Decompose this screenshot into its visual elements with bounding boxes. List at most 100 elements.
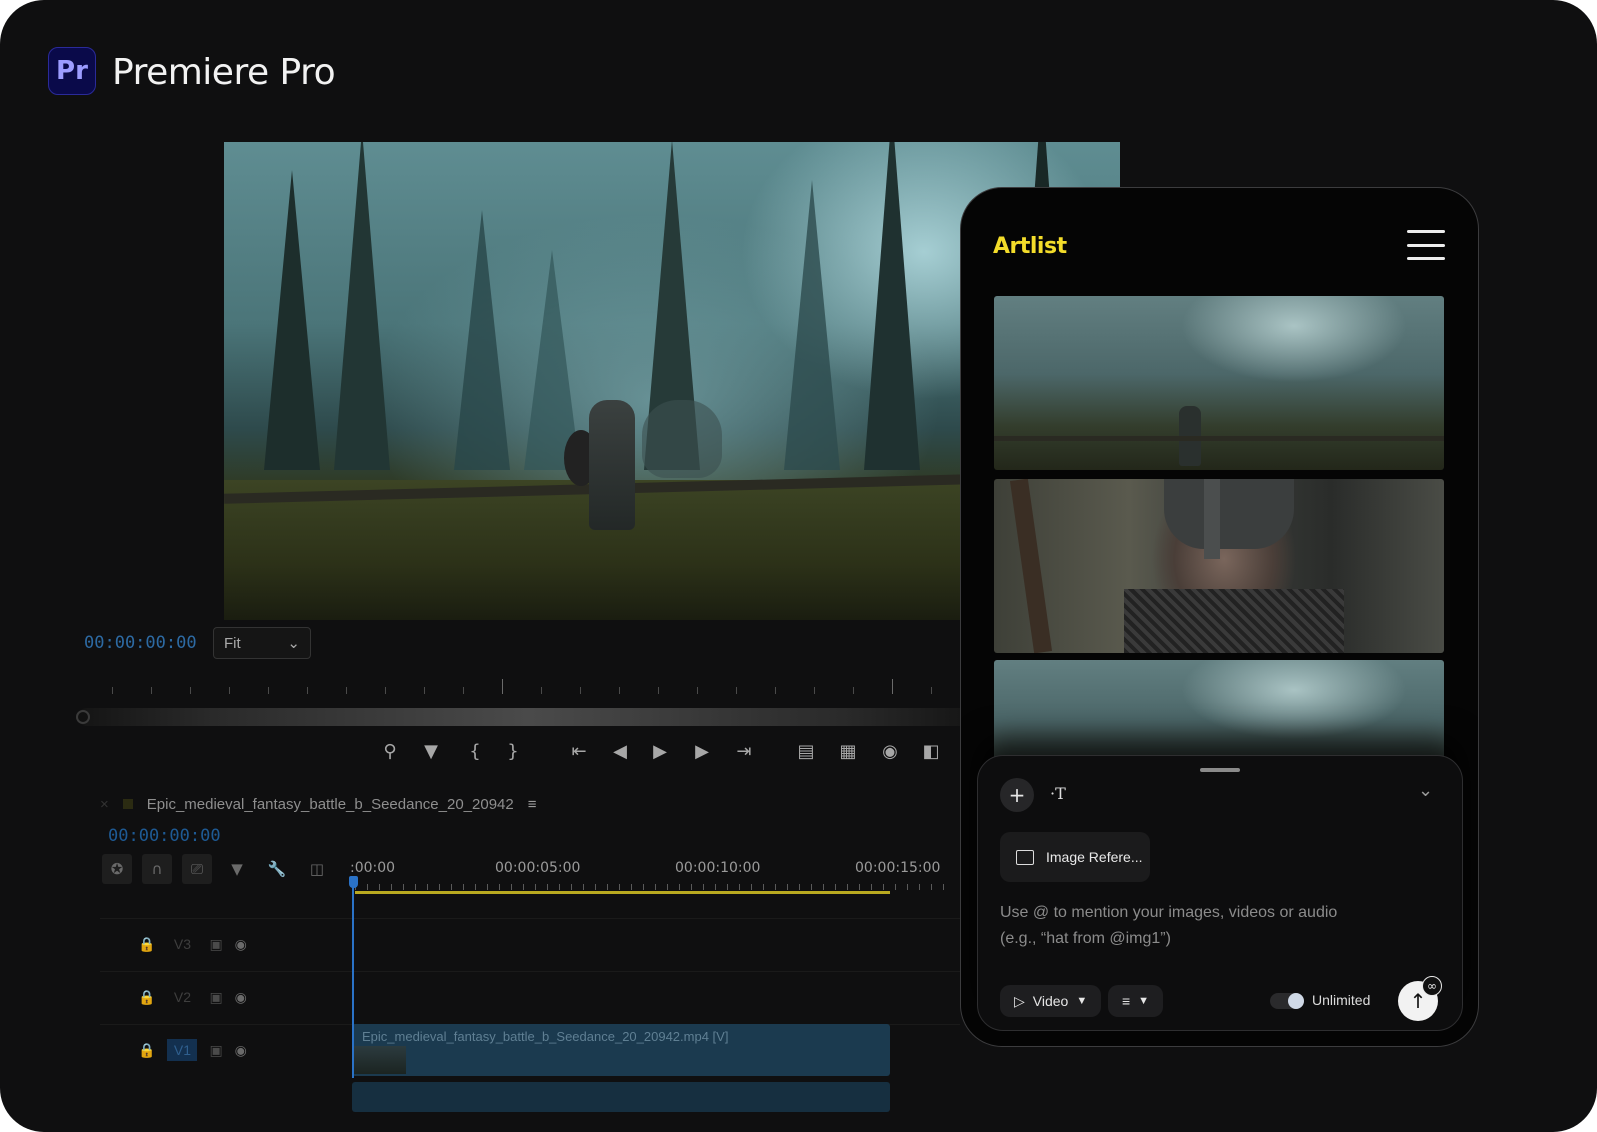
sync-lock-icon[interactable]: ▣ — [209, 936, 222, 953]
monitor-scrubber[interactable] — [76, 708, 978, 726]
tree — [784, 180, 840, 470]
ruler-tick — [859, 884, 860, 890]
ruler-tick — [463, 687, 464, 694]
camera-icon[interactable]: ◉ — [875, 738, 905, 764]
add-icon[interactable]: + — [1000, 778, 1034, 812]
timeline-ruler[interactable] — [355, 880, 955, 890]
image-reference-button[interactable]: Image Refere... — [1000, 832, 1150, 882]
prompt-input[interactable]: Use @ to mention your images, videos or … — [1000, 900, 1420, 952]
ruler-tick — [511, 884, 512, 890]
export-frame-icon[interactable]: ⚲ — [375, 738, 405, 764]
insert-nest-icon[interactable]: ✪ — [102, 854, 132, 884]
audio-clip[interactable] — [352, 1082, 890, 1112]
marker-icon[interactable]: ▼ — [416, 738, 446, 764]
ruler-tick — [787, 884, 788, 890]
ruler-tick — [559, 884, 560, 890]
linked-selection-icon[interactable]: ⎚ — [182, 854, 212, 884]
chevron-down-icon: ▼ — [1138, 995, 1150, 1007]
text-style-icon[interactable]: ·T — [1050, 784, 1066, 803]
mark-out-icon[interactable]: } — [498, 738, 528, 764]
ruler-tick — [853, 687, 854, 694]
sheet-grab-handle[interactable] — [1200, 768, 1240, 772]
work-area-bar[interactable] — [355, 891, 890, 894]
unlimited-toggle[interactable] — [1270, 993, 1304, 1009]
ruler-tick — [691, 884, 692, 890]
toggle-knob — [1288, 993, 1304, 1009]
generated-video-thumbnail[interactable] — [994, 479, 1444, 653]
ruler-tick — [655, 884, 656, 890]
go-to-out-icon[interactable]: ⇥ — [729, 738, 759, 764]
tree — [264, 170, 320, 470]
go-to-in-icon[interactable]: ⇤ — [564, 738, 594, 764]
lock-icon[interactable]: 🔒 — [138, 989, 155, 1006]
extract-icon[interactable]: ▦ — [833, 738, 863, 764]
chevron-down-icon: ⌄ — [287, 635, 300, 652]
ruler-tick — [775, 884, 776, 890]
track-name[interactable]: V3 — [167, 933, 197, 955]
eye-icon[interactable]: ◉ — [235, 989, 247, 1006]
ruler-tick — [229, 687, 230, 694]
sliders-icon: ≡ — [1122, 993, 1131, 1009]
ruler-tick — [427, 884, 428, 890]
mode-select[interactable]: ▷ Video ▼ — [1000, 985, 1102, 1017]
playhead-handle[interactable] — [349, 876, 358, 888]
sequence-name: Epic_medieval_fantasy_battle_b_Seedance_… — [146, 795, 514, 813]
settings-select[interactable]: ≡ ▼ — [1108, 985, 1164, 1017]
unlimited-label: Unlimited — [1312, 992, 1371, 1008]
ruler-tick — [367, 884, 368, 890]
prompt-placeholder-example: (e.g., “hat from @img1”) — [1000, 930, 1171, 947]
lock-icon[interactable]: 🔒 — [138, 1042, 155, 1059]
eye-icon[interactable]: ◉ — [235, 936, 247, 953]
ruler-tick — [619, 884, 620, 890]
ruler-tick — [385, 687, 386, 694]
video-clip[interactable]: Epic_medieval_fantasy_battle_b_Seedance_… — [352, 1024, 890, 1076]
tree — [864, 142, 920, 470]
monitor-ruler[interactable] — [84, 672, 971, 694]
play-icon[interactable]: ▶ — [645, 738, 675, 764]
captions-icon[interactable]: ◫ — [302, 854, 332, 884]
lock-icon[interactable]: 🔒 — [138, 936, 155, 953]
sync-lock-icon[interactable]: ▣ — [209, 989, 222, 1006]
generated-video-thumbnail[interactable] — [994, 660, 1444, 760]
ruler-tick — [307, 687, 308, 694]
knight-figure — [589, 400, 635, 530]
ruler-tick — [391, 884, 392, 890]
app-title: Premiere Pro — [112, 52, 336, 93]
sync-lock-icon[interactable]: ▣ — [209, 1042, 222, 1059]
ruler-tick — [580, 687, 581, 694]
lift-icon[interactable]: ▤ — [791, 738, 821, 764]
ruler-tick — [571, 884, 572, 890]
step-back-icon[interactable]: ◀ — [605, 738, 635, 764]
ruler-tick — [619, 687, 620, 694]
zoom-select-value: Fit — [224, 634, 241, 652]
track-name[interactable]: V1 — [167, 1039, 198, 1061]
wrench-icon[interactable]: 🔧 — [262, 854, 292, 884]
prompt-sheet: + ·T ⌄ Image Refere... Use @ to mention … — [977, 755, 1463, 1031]
close-icon[interactable]: × — [100, 796, 109, 813]
track-name[interactable]: V2 — [167, 986, 197, 1008]
snap-magnet-icon[interactable]: ∩ — [142, 854, 172, 884]
program-timecode[interactable]: 00:00:00:00 — [84, 633, 197, 653]
chevron-down-icon[interactable]: ⌄ — [1418, 780, 1433, 801]
playhead[interactable] — [352, 878, 354, 1078]
ruler-tick — [847, 884, 848, 890]
sequence-tab[interactable]: × Epic_medieval_fantasy_battle_b_Seedanc… — [100, 792, 960, 816]
ruler-tick — [697, 687, 698, 694]
artlist-logo[interactable]: Artlist — [993, 234, 1067, 259]
eye-icon[interactable]: ◉ — [235, 1042, 247, 1059]
ruler-tick — [658, 687, 659, 694]
generated-video-thumbnail[interactable] — [994, 296, 1444, 470]
mark-in-icon[interactable]: { — [460, 738, 490, 764]
compare-icon[interactable]: ◧ — [916, 738, 946, 764]
zoom-select[interactable]: Fit ⌄ — [213, 627, 311, 659]
scrubber-handle[interactable] — [76, 710, 90, 724]
ruler-tick — [679, 884, 680, 890]
ruler-label: :00:00 — [350, 860, 396, 876]
add-marker-icon[interactable]: ▼ — [222, 854, 252, 884]
ruler-tick — [736, 687, 737, 694]
hamburger-menu-icon[interactable]: ≡ — [528, 796, 537, 813]
app-frame: Pr Premiere Pro 00:00:00:00 Fit ⌄ ⚲ ▼ { … — [0, 0, 1597, 1132]
step-forward-icon[interactable]: ▶ — [687, 738, 717, 764]
timeline-timecode[interactable]: 00:00:00:00 — [108, 826, 221, 846]
hamburger-menu-icon[interactable] — [1407, 228, 1445, 262]
